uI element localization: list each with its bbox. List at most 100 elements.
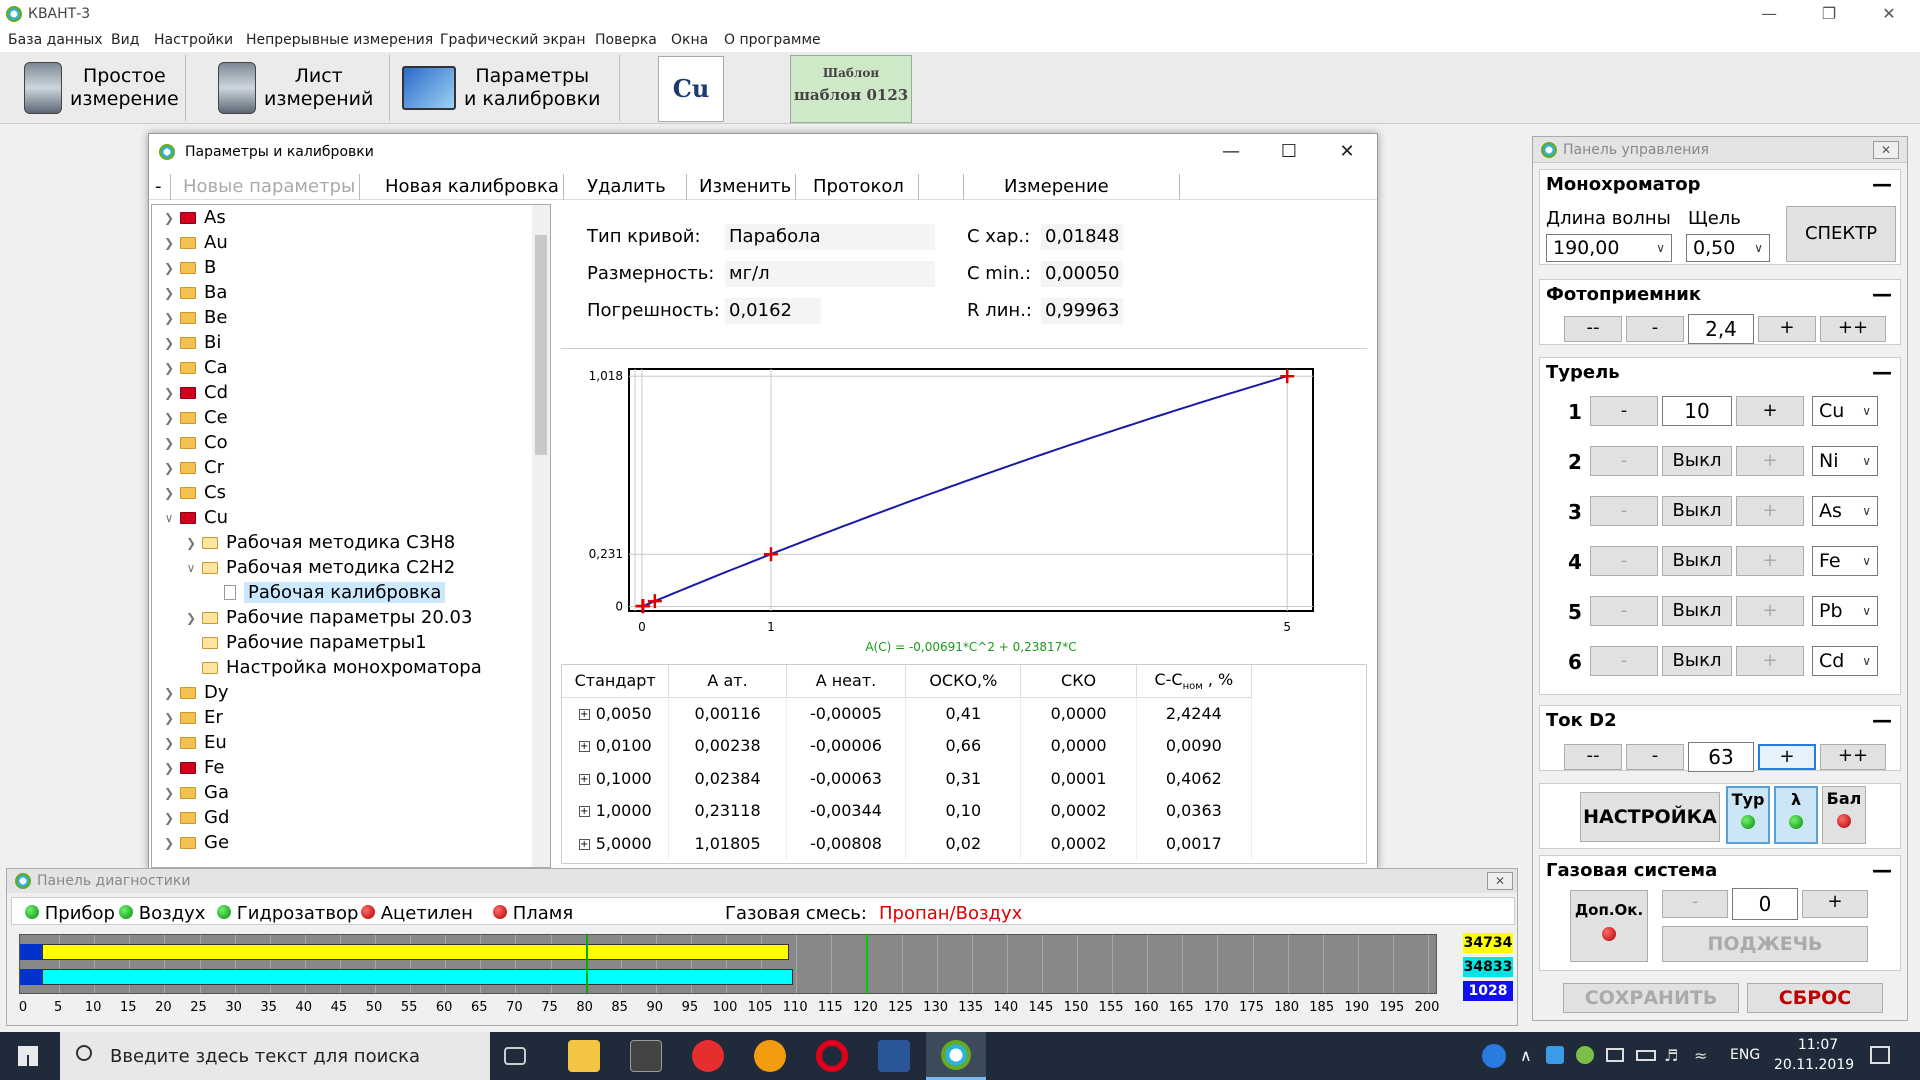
- table-row[interactable]: +0,1000 0,02384 -0,00063 0,31 0,0001 0,4062: [562, 762, 1253, 795]
- chevron-right-icon[interactable]: ❯: [162, 786, 176, 800]
- photo-increase-button[interactable]: +: [1758, 316, 1816, 342]
- tree-item-bi[interactable]: ❯ Bi: [162, 330, 221, 355]
- chevron-right-icon[interactable]: ❯: [162, 286, 176, 300]
- collapse-button[interactable]: —: [1872, 858, 1892, 882]
- d2-current-input[interactable]: 63: [1688, 742, 1754, 772]
- tray-app2-icon[interactable]: [1576, 1046, 1594, 1064]
- chevron-right-icon[interactable]: ❯: [184, 536, 198, 550]
- turret-plus-button[interactable]: +: [1736, 396, 1804, 426]
- turret-element-select[interactable]: Cu ∨: [1812, 396, 1878, 426]
- turret-minus-button[interactable]: -: [1590, 496, 1658, 526]
- chevron-right-icon[interactable]: ❯: [162, 436, 176, 450]
- chevron-right-icon[interactable]: ❯: [162, 261, 176, 275]
- protocol-button[interactable]: Протокол: [809, 174, 919, 200]
- turret-current-value[interactable]: Выкл: [1662, 446, 1732, 476]
- chevron-right-icon[interactable]: ❯: [162, 211, 176, 225]
- turret-plus-button[interactable]: +: [1736, 496, 1804, 526]
- turret-current-value[interactable]: Выкл: [1662, 596, 1732, 626]
- save-button[interactable]: СОХРАНИТЬ: [1563, 983, 1739, 1013]
- measure-button[interactable]: Измерение: [963, 174, 1180, 200]
- turret-element-select[interactable]: Cd ∨: [1812, 646, 1878, 676]
- turret-current-value[interactable]: Выкл: [1662, 496, 1732, 526]
- gas-decrease-button[interactable]: -: [1662, 890, 1728, 918]
- chevron-right-icon[interactable]: ❯: [162, 236, 176, 250]
- turret-minus-button[interactable]: -: [1590, 646, 1658, 676]
- chevron-right-icon[interactable]: ❯: [162, 811, 176, 825]
- chevron-right-icon[interactable]: ❯: [162, 836, 176, 850]
- dialog-menu-dash[interactable]: -: [151, 174, 171, 200]
- wavelength-select[interactable]: 190,00 ∨: [1546, 234, 1672, 262]
- tree-item-method-c3h8[interactable]: ❯ Рабочая методика C3H8: [184, 530, 455, 555]
- turret-current-value[interactable]: Выкл: [1662, 646, 1732, 676]
- calculator-icon[interactable]: [630, 1040, 662, 1072]
- tree-item-au[interactable]: ❯ Au: [162, 230, 228, 255]
- close-button[interactable]: ✕: [1866, 2, 1912, 26]
- d2-decrease-fast-button[interactable]: --: [1564, 744, 1622, 770]
- chevron-right-icon[interactable]: ❯: [162, 486, 176, 500]
- tree-item-co[interactable]: ❯ Co: [162, 430, 228, 455]
- language-indicator[interactable]: ENG: [1730, 1047, 1760, 1063]
- delete-button[interactable]: Удалить: [583, 174, 687, 200]
- turret-element-select[interactable]: Ni ∨: [1812, 446, 1878, 476]
- battery-icon[interactable]: [1636, 1050, 1656, 1061]
- tree-item-eu[interactable]: ❯ Eu: [162, 730, 227, 755]
- tree-item-ba[interactable]: ❯ Ba: [162, 280, 227, 305]
- menu-view[interactable]: Вид: [111, 32, 139, 48]
- collapse-button[interactable]: —: [1872, 172, 1892, 196]
- turret-current-value[interactable]: 10: [1662, 396, 1732, 426]
- simple-measure-button[interactable]: Простое измерение: [14, 55, 186, 121]
- turret-minus-button[interactable]: -: [1590, 596, 1658, 626]
- chevron-down-icon[interactable]: ∨: [184, 561, 198, 575]
- tray-chevron-up-icon[interactable]: ∧: [1520, 1046, 1532, 1065]
- task-view-icon[interactable]: [504, 1047, 526, 1065]
- tree-item-ce[interactable]: ❯ Ce: [162, 405, 228, 430]
- spectrum-button[interactable]: СПЕКТР: [1786, 206, 1896, 262]
- diagnostics-close-button[interactable]: ✕: [1487, 872, 1513, 890]
- chevron-right-icon[interactable]: ❯: [162, 736, 176, 750]
- collapse-button[interactable]: —: [1872, 360, 1892, 384]
- ignite-button[interactable]: ПОДЖЕЧЬ: [1662, 926, 1868, 962]
- chevron-right-icon[interactable]: ❯: [162, 761, 176, 775]
- turret-minus-button[interactable]: -: [1590, 396, 1658, 426]
- d2-increase-fast-button[interactable]: ++: [1820, 744, 1886, 770]
- chevron-right-icon[interactable]: ❯: [162, 361, 176, 375]
- chevron-right-icon[interactable]: ❯: [162, 386, 176, 400]
- turret-plus-button[interactable]: +: [1736, 546, 1804, 576]
- word-icon[interactable]: [878, 1040, 910, 1072]
- slit-select[interactable]: 0,50 ∨: [1686, 234, 1770, 262]
- template-button[interactable]: Шаблон шаблон 0123: [790, 55, 912, 123]
- tree-item-cu[interactable]: ∨ Cu: [162, 505, 228, 530]
- reset-button[interactable]: СБРОС: [1747, 983, 1883, 1013]
- network-icon[interactable]: [1606, 1048, 1624, 1062]
- volume-icon[interactable]: ♬: [1664, 1046, 1678, 1065]
- expand-row-icon[interactable]: +: [578, 741, 590, 753]
- file-explorer-icon[interactable]: [568, 1040, 600, 1072]
- balance-indicator-button[interactable]: Бал: [1822, 786, 1866, 844]
- photo-decrease-fast-button[interactable]: --: [1564, 316, 1622, 342]
- menu-settings[interactable]: Настройки: [154, 32, 233, 48]
- help-icon[interactable]: [1482, 1044, 1506, 1068]
- expand-row-icon[interactable]: +: [578, 806, 590, 818]
- params-calib-button[interactable]: Параметры и калибровки: [392, 55, 620, 121]
- tree-item-ge[interactable]: ❯ Ge: [162, 830, 229, 855]
- tree-item-params1[interactable]: Рабочие параметры1: [202, 630, 427, 655]
- chevron-right-icon[interactable]: ❯: [162, 336, 176, 350]
- collapse-button[interactable]: —: [1872, 708, 1892, 732]
- tree-item-dy[interactable]: ❯ Dy: [162, 680, 229, 705]
- chevron-right-icon[interactable]: ❯: [162, 311, 176, 325]
- turret-minus-button[interactable]: -: [1590, 546, 1658, 576]
- new-params-button[interactable]: Новые параметры: [179, 174, 361, 200]
- menu-windows[interactable]: Окна: [671, 32, 708, 48]
- new-calib-button[interactable]: Новая калибровка: [381, 174, 564, 200]
- tree-item-params-2003[interactable]: ❯ Рабочие параметры 20.03: [184, 605, 472, 630]
- clock-time[interactable]: 11:07: [1790, 1037, 1846, 1053]
- chevron-right-icon[interactable]: ❯: [162, 686, 176, 700]
- gas-increase-button[interactable]: +: [1802, 890, 1868, 918]
- d2-increase-button[interactable]: +: [1758, 744, 1816, 770]
- control-panel-close-button[interactable]: ✕: [1873, 141, 1899, 159]
- measure-sheet-button[interactable]: Лист измерений: [206, 55, 390, 121]
- dialog-minimize-button[interactable]: —: [1203, 138, 1259, 166]
- table-row[interactable]: +5,0000 1,01805 -0,00808 0,02 0,0002 0,0017: [562, 827, 1253, 860]
- table-row[interactable]: +0,0050 0,00116 -0,00005 0,41 0,0000 2,4244: [562, 697, 1253, 730]
- table-row[interactable]: +0,0100 0,00238 -0,00006 0,66 0,0000 0,0090: [562, 729, 1253, 762]
